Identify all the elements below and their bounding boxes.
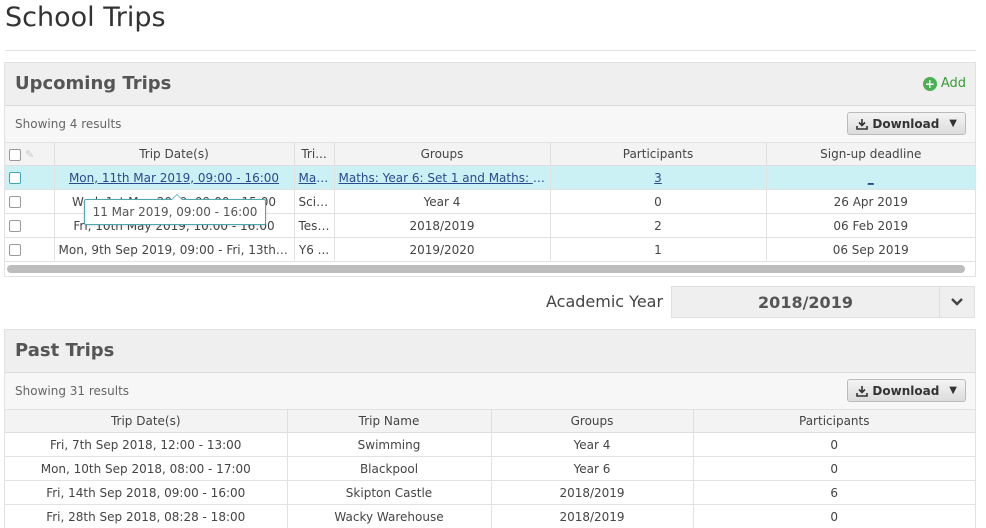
table-row[interactable]: Mon, 10th Sep 2018, 08:00 - 17:00 Blackp… xyxy=(5,457,975,481)
row-checkbox[interactable] xyxy=(9,172,21,184)
column-header-trip-dates[interactable]: Trip Date(s) xyxy=(54,143,294,166)
past-trips-header: Past Trips xyxy=(5,330,975,373)
download-icon xyxy=(856,385,868,397)
trip-participants: 0 xyxy=(693,433,975,457)
upcoming-header-row: ✎ Trip Date(s) Tri... Groups Participant… xyxy=(5,143,975,166)
upcoming-trips-panel: Upcoming Trips + Add Showing 4 results D… xyxy=(4,62,976,277)
trip-date: Mon, 10th Sep 2018, 08:00 - 17:00 xyxy=(5,457,287,481)
upcoming-download-label: Download xyxy=(872,117,939,131)
past-trips-panel: Past Trips Showing 31 results Download ▼… xyxy=(4,329,976,528)
trip-date: Fri, 14th Sep 2018, 09:00 - 16:00 xyxy=(5,481,287,505)
trip-name: Skipton Castle xyxy=(287,481,491,505)
row-select-cell xyxy=(5,190,54,214)
row-select-cell xyxy=(5,238,54,262)
trip-participants-link[interactable]: 3 xyxy=(550,166,766,190)
table-row[interactable]: Fri, 7th Sep 2018, 12:00 - 13:00 Swimmin… xyxy=(5,433,975,457)
past-toolbar: Showing 31 results Download ▼ xyxy=(5,373,975,410)
trip-participants: 0 xyxy=(693,505,975,528)
column-header-participants[interactable]: Participants xyxy=(693,410,975,433)
horizontal-scrollbar[interactable] xyxy=(5,262,975,276)
row-select-cell xyxy=(5,214,54,238)
past-trips-table: Trip Date(s) Trip Name Groups Participan… xyxy=(5,410,975,528)
trip-name-link[interactable]: Mat... xyxy=(294,166,334,190)
trip-date: Mon, 9th Sep 2019, 09:00 - Fri, 13th Se.… xyxy=(54,238,294,262)
trip-date-tooltip: 11 Mar 2019, 09:00 - 16:00 xyxy=(84,199,266,225)
upcoming-trips-header: Upcoming Trips + Add xyxy=(5,63,975,106)
academic-year-select[interactable]: 2018/2019 xyxy=(671,286,975,318)
page-title: School Trips xyxy=(5,2,166,33)
row-checkbox[interactable] xyxy=(9,196,21,208)
row-select-cell xyxy=(5,166,54,190)
plus-circle-icon: + xyxy=(923,77,937,91)
trip-date: Fri, 28th Sep 2018, 08:28 - 18:00 xyxy=(5,505,287,528)
row-checkbox[interactable] xyxy=(9,244,21,256)
upcoming-trips-title: Upcoming Trips xyxy=(15,73,171,94)
select-all-checkbox[interactable] xyxy=(9,149,21,161)
past-result-count: Showing 31 results xyxy=(15,384,129,398)
download-icon xyxy=(856,118,868,130)
scrollbar-thumb[interactable] xyxy=(7,265,965,273)
table-row[interactable]: Mon, 11th Mar 2019, 09:00 - 16:00 Mat...… xyxy=(5,166,975,190)
pencil-icon: ✎ xyxy=(25,148,34,161)
column-header-trip-dates[interactable]: Trip Date(s) xyxy=(5,410,287,433)
trip-name: Blackpool xyxy=(287,457,491,481)
column-header-trip-name[interactable]: Trip Name xyxy=(287,410,491,433)
row-checkbox[interactable] xyxy=(9,220,21,232)
trip-groups: Year 4 xyxy=(334,190,550,214)
trip-groups: Year 4 xyxy=(491,433,693,457)
trip-participants: 0 xyxy=(550,190,766,214)
trip-groups: Year 6 xyxy=(491,457,693,481)
trip-name: Scie... xyxy=(294,190,334,214)
column-header-participants[interactable]: Participants xyxy=(550,143,766,166)
trip-name: Y6 ... xyxy=(294,238,334,262)
past-header-row: Trip Date(s) Trip Name Groups Participan… xyxy=(5,410,975,433)
column-header-groups[interactable]: Groups xyxy=(491,410,693,433)
upcoming-result-count: Showing 4 results xyxy=(15,117,121,131)
trip-name: Test... xyxy=(294,214,334,238)
trip-participants: 1 xyxy=(550,238,766,262)
caret-down-icon: ▼ xyxy=(949,385,957,396)
trip-groups: 2018/2019 xyxy=(491,505,693,528)
trip-participants: 6 xyxy=(693,481,975,505)
table-row[interactable]: Mon, 9th Sep 2019, 09:00 - Fri, 13th Se.… xyxy=(5,238,975,262)
column-header-signup-deadline[interactable]: Sign-up deadline xyxy=(766,143,975,166)
upcoming-download-button[interactable]: Download ▼ xyxy=(847,112,966,135)
trip-date-link[interactable]: Mon, 11th Mar 2019, 09:00 - 16:00 xyxy=(54,166,294,190)
trip-deadline: 06 Feb 2019 xyxy=(766,214,975,238)
trip-groups-link[interactable]: Maths: Year 6: Set 1 and Maths: Yea... xyxy=(334,166,550,190)
trip-name: Swimming xyxy=(287,433,491,457)
table-row[interactable]: Fri, 14th Sep 2018, 09:00 - 16:00 Skipto… xyxy=(5,481,975,505)
title-divider xyxy=(5,50,976,51)
trip-groups: 2018/2019 xyxy=(334,214,550,238)
trip-date: Fri, 7th Sep 2018, 12:00 - 13:00 xyxy=(5,433,287,457)
column-header-groups[interactable]: Groups xyxy=(334,143,550,166)
column-header-trip-name[interactable]: Tri... xyxy=(294,143,334,166)
caret-down-icon: ▼ xyxy=(949,118,957,129)
past-download-button[interactable]: Download ▼ xyxy=(847,379,966,402)
select-all-cell: ✎ xyxy=(5,143,54,166)
trip-deadline: 26 Apr 2019 xyxy=(766,190,975,214)
add-trip-button[interactable]: + Add xyxy=(923,76,966,91)
academic-year-value: 2018/2019 xyxy=(672,293,939,312)
trip-participants: 0 xyxy=(693,457,975,481)
trip-name: Wacky Warehouse xyxy=(287,505,491,528)
trip-groups: 2019/2020 xyxy=(334,238,550,262)
trip-deadline-link[interactable]: _ xyxy=(766,166,975,190)
trip-deadline: 06 Sep 2019 xyxy=(766,238,975,262)
past-download-label: Download xyxy=(872,384,939,398)
academic-year-label: Academic Year xyxy=(546,292,663,311)
add-trip-label: Add xyxy=(941,76,966,91)
trip-participants: 2 xyxy=(550,214,766,238)
upcoming-toolbar: Showing 4 results Download ▼ xyxy=(5,106,975,143)
past-trips-title: Past Trips xyxy=(15,340,114,361)
chevron-down-icon[interactable] xyxy=(939,287,974,317)
trip-groups: 2018/2019 xyxy=(491,481,693,505)
table-row[interactable]: Fri, 28th Sep 2018, 08:28 - 18:00 Wacky … xyxy=(5,505,975,528)
